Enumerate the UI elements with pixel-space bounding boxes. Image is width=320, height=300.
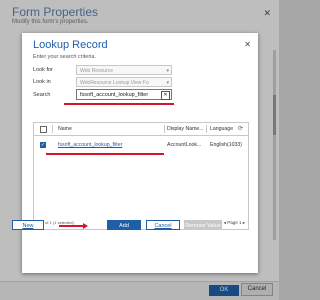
page-number: Page 1 bbox=[227, 220, 242, 225]
look-for-label: Look for bbox=[33, 67, 53, 73]
row-display-name: AccountLook... bbox=[167, 142, 202, 148]
results-grid: Name Display Name... Language ⟳ ✓ fssoft… bbox=[33, 122, 249, 230]
look-for-value: Web Resource bbox=[80, 68, 113, 74]
close-icon[interactable]: ✕ bbox=[244, 40, 251, 49]
column-divider bbox=[52, 125, 53, 133]
table-row[interactable]: ✓ fssoft_account_lookup_filter AccountLo… bbox=[34, 139, 248, 151]
chevron-down-icon: ▾ bbox=[166, 80, 169, 86]
dialog-title: Lookup Record bbox=[33, 39, 108, 51]
next-page-icon[interactable]: ▸ bbox=[243, 220, 245, 225]
refresh-icon[interactable]: ⟳ bbox=[238, 125, 243, 132]
annotation-arrow-head bbox=[83, 222, 88, 229]
row-name-link[interactable]: fssoft_account_lookup_filter bbox=[58, 142, 122, 148]
lookup-record-dialog: Lookup Record Enter your search criteria… bbox=[22, 33, 258, 273]
search-input-value: fssoft_account_lookup_filter bbox=[80, 92, 149, 98]
clear-search-icon[interactable]: ✕ bbox=[161, 91, 170, 100]
row-highlight-underline bbox=[46, 153, 164, 155]
row-checkbox[interactable]: ✓ bbox=[40, 142, 46, 148]
pager: ⇤ ◂ Page 1 ▸ bbox=[219, 220, 245, 226]
grid-header: Name Display Name... Language ⟳ bbox=[34, 123, 248, 136]
column-divider bbox=[164, 125, 165, 133]
column-header-display-name[interactable]: Display Name... bbox=[167, 126, 204, 132]
column-divider bbox=[206, 125, 207, 133]
chevron-down-icon: ▾ bbox=[166, 68, 169, 74]
select-all-checkbox[interactable] bbox=[40, 126, 47, 133]
look-in-select[interactable]: WebResource Lookup View Fo ▾ bbox=[76, 77, 172, 87]
new-button[interactable]: New bbox=[12, 220, 44, 230]
row-language: English(1033) bbox=[210, 142, 243, 148]
look-in-label: Look in bbox=[33, 79, 51, 85]
column-header-name[interactable]: Name bbox=[58, 126, 72, 132]
prev-page-icon[interactable]: ◂ bbox=[224, 220, 226, 225]
dialog-subtitle: Enter your search criteria. bbox=[33, 54, 96, 60]
cancel-button[interactable]: Cancel bbox=[146, 220, 180, 230]
add-button[interactable]: Add bbox=[107, 220, 141, 230]
remove-value-button[interactable]: Remove Value bbox=[184, 220, 222, 230]
annotation-arrow bbox=[59, 225, 85, 227]
search-input[interactable]: fssoft_account_lookup_filter ✕ bbox=[76, 89, 172, 100]
search-label: Search bbox=[33, 92, 51, 98]
column-header-language[interactable]: Language bbox=[210, 126, 233, 132]
look-for-select[interactable]: Web Resource ▾ bbox=[76, 65, 172, 75]
look-in-value: WebResource Lookup View Fo bbox=[80, 80, 149, 86]
search-highlight-underline bbox=[64, 103, 174, 105]
